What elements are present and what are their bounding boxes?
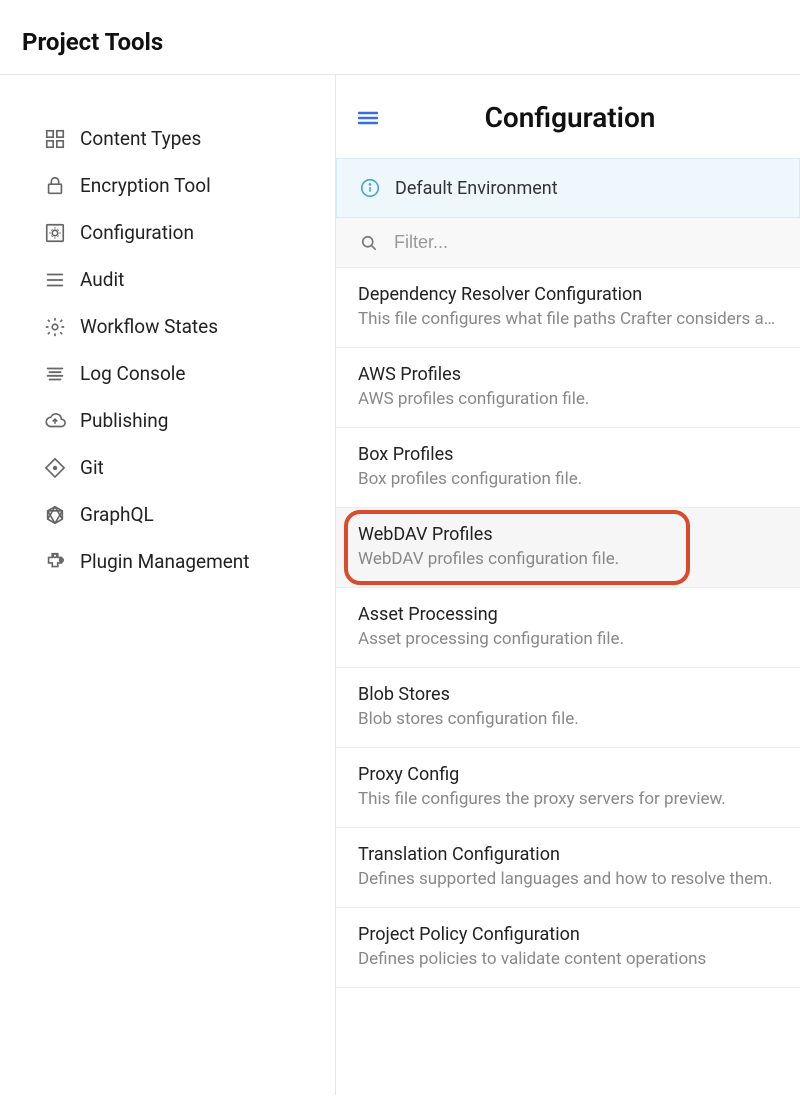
lock-icon <box>44 175 66 197</box>
filter-input[interactable] <box>394 232 778 253</box>
config-item-description: Blob stores configuration file. <box>358 709 778 729</box>
sidebar-item-configuration[interactable]: Configuration <box>0 209 335 256</box>
config-item-description: AWS profiles configuration file. <box>358 389 778 409</box>
search-icon <box>358 233 380 253</box>
config-item-title: Proxy Config <box>358 764 778 785</box>
config-item-title: Box Profiles <box>358 444 778 465</box>
sidebar-item-label: Publishing <box>80 409 168 432</box>
config-item[interactable]: AWS Profiles AWS profiles configuration f… <box>336 348 800 428</box>
sidebar-item-label: Workflow States <box>80 315 218 338</box>
config-item-title: Asset Processing <box>358 604 778 625</box>
hexagon-icon <box>44 504 66 526</box>
gear-icon <box>44 316 66 338</box>
menu-toggle-icon[interactable] <box>356 106 380 130</box>
config-item[interactable]: Asset Processing Asset processing configu… <box>336 588 800 668</box>
config-item[interactable]: Blob Stores Blob stores configuration fil… <box>336 668 800 748</box>
config-item-description: Defines policies to validate content ope… <box>358 949 778 969</box>
filter-bar <box>336 218 800 268</box>
config-item-title: Translation Configuration <box>358 844 778 865</box>
config-item-description: WebDAV profiles configuration file. <box>358 549 778 569</box>
main-panel: Configuration Default Environment Depend… <box>336 75 800 1095</box>
config-item-title: Blob Stores <box>358 684 778 705</box>
config-item-title: WebDAV Profiles <box>358 524 778 545</box>
config-item-description: Defines supported languages and how to r… <box>358 869 778 889</box>
highlight-ring <box>344 510 690 585</box>
cloud-upload-icon <box>44 410 66 432</box>
config-item[interactable]: Proxy Config This file configures the pro… <box>336 748 800 828</box>
sidebar-item-workflow-states[interactable]: Workflow States <box>0 303 335 350</box>
sidebar-item-label: GraphQL <box>80 503 154 526</box>
config-item[interactable]: Dependency Resolver Configuration This fi… <box>336 268 800 348</box>
config-item-title: Dependency Resolver Configuration <box>358 284 778 305</box>
info-icon <box>359 177 381 199</box>
config-item[interactable]: Translation Configuration Defines support… <box>336 828 800 908</box>
config-item[interactable]: Box Profiles Box profiles configuration f… <box>336 428 800 508</box>
sidebar-item-label: Encryption Tool <box>80 174 211 197</box>
list-icon <box>44 269 66 291</box>
sidebar-item-label: Content Types <box>80 127 201 150</box>
sidebar: Content Types Encryption Tool Configuratio… <box>0 75 336 1095</box>
page-title: Project Tools <box>22 28 800 56</box>
sidebar-item-publishing[interactable]: Publishing <box>0 397 335 444</box>
main-title: Configuration <box>400 101 780 134</box>
sidebar-item-graphql[interactable]: GraphQL <box>0 491 335 538</box>
sidebar-item-label: Audit <box>80 268 124 291</box>
sidebar-item-git[interactable]: Git <box>0 444 335 491</box>
sidebar-item-encryption-tool[interactable]: Encryption Tool <box>0 162 335 209</box>
config-item[interactable]: WebDAV Profiles WebDAV profiles configura… <box>336 508 800 588</box>
sidebar-item-label: Log Console <box>80 362 185 385</box>
sidebar-item-log-console[interactable]: Log Console <box>0 350 335 397</box>
config-item[interactable]: Project Policy Configuration Defines poli… <box>336 908 800 988</box>
environment-banner: Default Environment <box>336 158 800 218</box>
config-item-title: AWS Profiles <box>358 364 778 385</box>
sidebar-item-label: Git <box>80 456 104 479</box>
widgets-icon <box>44 128 66 150</box>
config-item-description: Box profiles configuration file. <box>358 469 778 489</box>
sidebar-item-label: Configuration <box>80 221 194 244</box>
diamond-icon <box>44 457 66 479</box>
config-item-description: This file configures what file paths Cra… <box>358 309 778 329</box>
main-header: Configuration <box>336 75 800 158</box>
environment-label: Default Environment <box>395 178 558 199</box>
sidebar-item-label: Plugin Management <box>80 550 250 573</box>
page-header: Project Tools <box>0 0 800 74</box>
extension-icon <box>44 551 66 573</box>
align-icon <box>44 363 66 385</box>
config-item-description: This file configures the proxy servers f… <box>358 789 778 809</box>
config-item-description: Asset processing configuration file. <box>358 629 778 649</box>
sidebar-item-audit[interactable]: Audit <box>0 256 335 303</box>
config-item-title: Project Policy Configuration <box>358 924 778 945</box>
sidebar-item-plugin-management[interactable]: Plugin Management <box>0 538 335 585</box>
settings-box-icon <box>44 222 66 244</box>
config-list: Dependency Resolver Configuration This fi… <box>336 268 800 1095</box>
sidebar-item-content-types[interactable]: Content Types <box>0 115 335 162</box>
